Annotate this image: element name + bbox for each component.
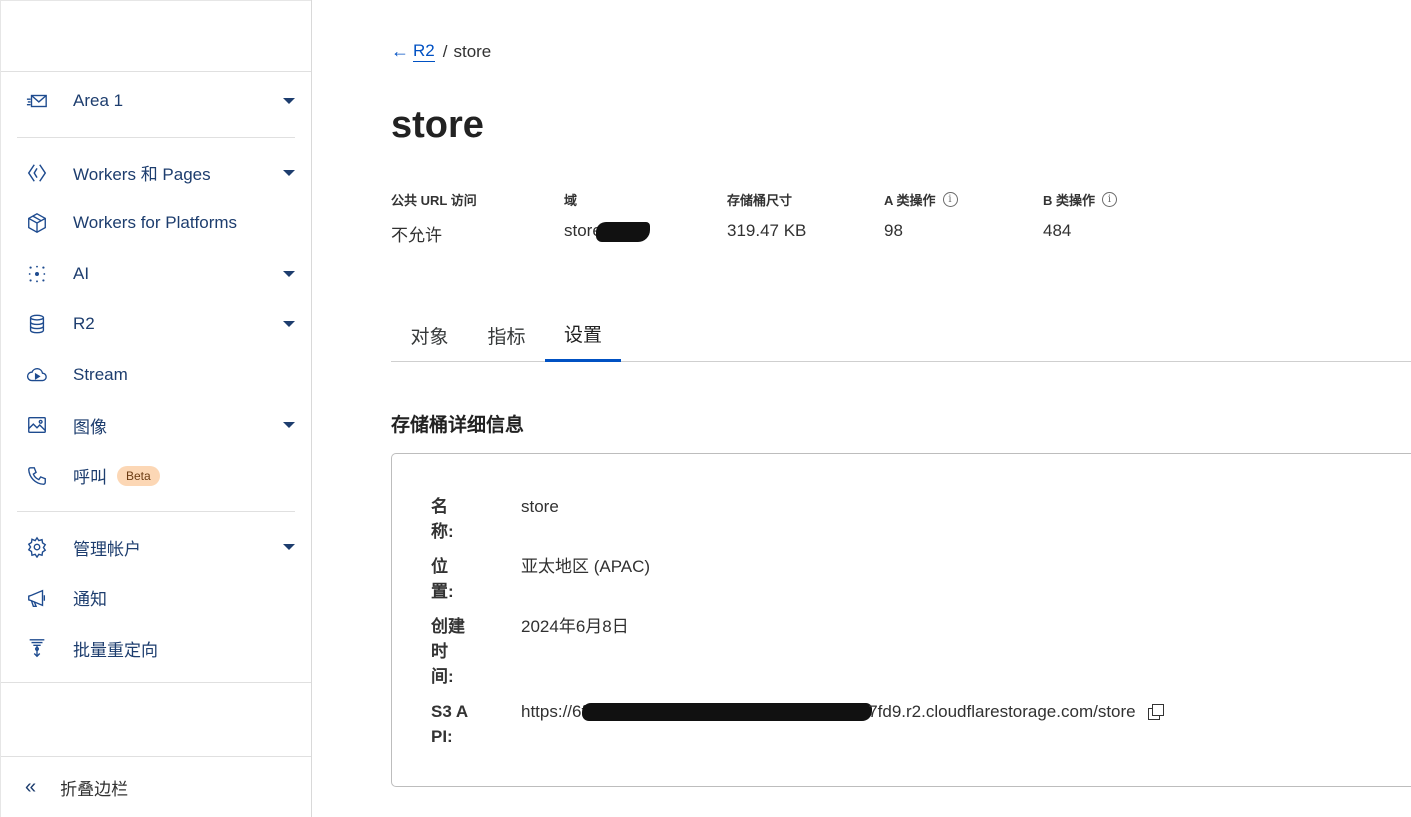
sidebar-item-stream[interactable]: Stream xyxy=(17,350,295,401)
stat-class-b-ops: B 类操作 i 484 xyxy=(1043,190,1118,241)
beta-badge: Beta xyxy=(117,465,160,486)
redirect-icon xyxy=(25,636,49,660)
platforms-box-icon xyxy=(25,211,49,235)
sidebar-item-notifications[interactable]: 通知 xyxy=(17,573,295,624)
stat-value: 不允许 xyxy=(391,226,442,245)
sidebar-item-label: 呼叫 xyxy=(73,468,107,488)
collapse-sidebar-label: 折叠边栏 xyxy=(60,779,129,799)
detail-row-created: 创建时间: 2024年6月8日 xyxy=(431,614,629,689)
tab-objects[interactable]: 对象 xyxy=(391,308,468,362)
sidebar-item-calls[interactable]: 呼叫 Beta xyxy=(17,451,295,502)
detail-label: S3 API: xyxy=(431,702,469,746)
sidebar-item-workers-pages[interactable]: Workers 和 Pages xyxy=(17,148,295,199)
chevron-down-icon[interactable] xyxy=(283,169,295,176)
arrow-left-icon[interactable]: ← xyxy=(391,41,409,62)
image-icon xyxy=(25,413,49,437)
stat-domain: 域 store xyxy=(564,190,650,242)
chevron-down-icon[interactable] xyxy=(283,422,295,429)
sidebar-group-2: Workers 和 Pages Workers for Platforms AI… xyxy=(17,138,295,512)
database-icon xyxy=(25,312,49,336)
detail-value: 亚太地区 (APAC) xyxy=(521,557,651,576)
copy-icon[interactable] xyxy=(1147,703,1164,720)
sidebar-group-3: 管理帐户 通知 批量重定向 xyxy=(17,512,295,674)
section-title: 存储桶详细信息 xyxy=(391,415,525,436)
sidebar-item-images[interactable]: 图像 xyxy=(17,400,295,451)
stat-label: 存储桶尺寸 xyxy=(727,193,793,208)
chevron-down-icon[interactable] xyxy=(283,98,295,105)
chevron-down-icon[interactable] xyxy=(283,544,295,551)
workers-icon xyxy=(25,161,49,185)
sidebar-item-r2[interactable]: R2 xyxy=(17,299,295,350)
sidebar-item-label: AI xyxy=(73,263,90,283)
sidebar-item-label: Stream xyxy=(73,364,128,384)
redaction-mark xyxy=(582,702,873,721)
chevron-down-icon[interactable] xyxy=(283,270,295,277)
sidebar: Area 1 Workers 和 Pages Workers for Platf… xyxy=(0,0,312,817)
sidebar-item-area1[interactable]: Area 1 xyxy=(17,76,295,127)
stat-label: A 类操作 i xyxy=(884,190,958,209)
chevron-down-icon[interactable] xyxy=(283,321,295,328)
stat-label: 域 xyxy=(564,193,578,208)
collapse-sidebar-button[interactable]: « 折叠边栏 xyxy=(1,756,311,817)
info-icon[interactable]: i xyxy=(1102,192,1118,207)
sidebar-item-workers-platforms[interactable]: Workers for Platforms xyxy=(17,198,295,249)
stat-class-a-ops: A 类操作 i 98 xyxy=(884,190,958,241)
stat-label-text: A 类操作 xyxy=(884,193,936,208)
stat-label-text: B 类操作 xyxy=(1043,193,1096,208)
stat-label: 公共 URL 访问 xyxy=(391,193,477,208)
sidebar-group-1: Area 1 xyxy=(17,72,295,137)
gear-icon xyxy=(25,535,49,559)
sidebar-item-label: 通知 xyxy=(73,590,107,610)
sidebar-item-label: 图像 xyxy=(73,417,107,437)
detail-label: 创建时间: xyxy=(431,617,465,686)
stat-public-url: 公共 URL 访问 不允许 xyxy=(391,190,477,246)
stat-bucket-size: 存储桶尺寸 319.47 KB xyxy=(727,190,806,241)
detail-row-s3-api: S3 API: https://6f 7fd9.r2.cloudflarestor… xyxy=(431,699,1164,749)
detail-label: 名称: xyxy=(431,497,454,541)
tab-metrics[interactable]: 指标 xyxy=(468,308,545,362)
stat-value: store xyxy=(564,221,650,242)
stat-value: 484 xyxy=(1043,221,1072,240)
stat-label: B 类操作 i xyxy=(1043,190,1118,209)
tab-bar: 对象 指标 设置 xyxy=(391,308,1411,362)
sidebar-divider xyxy=(1,682,311,683)
main-content: ← R2 / store store 公共 URL 访问 不允许 域 store… xyxy=(391,0,1411,817)
redaction-mark xyxy=(595,221,650,242)
sidebar-item-ai[interactable]: AI xyxy=(17,249,295,300)
stat-value: 319.47 KB xyxy=(727,221,807,240)
stat-value: 98 xyxy=(884,221,903,240)
s3-url-suffix: 7fd9.r2.cloudflarestorage.com/store xyxy=(868,702,1136,721)
sidebar-item-label: Workers for Platforms xyxy=(73,213,238,233)
stream-cloud-icon xyxy=(25,363,49,387)
sidebar-item-label: 批量重定向 xyxy=(73,640,158,660)
s3-url-prefix: https://6f xyxy=(521,702,587,721)
sidebar-item-label: Workers 和 Pages xyxy=(73,165,211,185)
double-chevron-left-icon: « xyxy=(25,775,37,798)
detail-value: https://6f 7fd9.r2.cloudflarestorage.com/… xyxy=(521,699,1164,724)
ai-sparkle-icon xyxy=(25,262,49,286)
email-security-icon xyxy=(25,89,49,113)
page-title: store xyxy=(391,104,484,146)
detail-row-name: 名称: store xyxy=(431,494,559,544)
sidebar-item-label: 管理帐户 xyxy=(73,539,141,559)
sidebar-item-label: Area 1 xyxy=(73,91,124,111)
breadcrumb-separator: / xyxy=(442,41,448,61)
sidebar-item-bulk-redirects[interactable]: 批量重定向 xyxy=(17,623,295,674)
info-icon[interactable]: i xyxy=(942,192,958,207)
megaphone-icon xyxy=(25,586,49,610)
bucket-details-card: 名称: store 位置: 亚太地区 (APAC) 创建时间: 2024年6月8… xyxy=(391,453,1411,787)
detail-value: 2024年6月8日 xyxy=(521,617,629,636)
breadcrumb: ← R2 / store xyxy=(391,41,491,62)
tab-settings[interactable]: 设置 xyxy=(545,308,621,362)
sidebar-header xyxy=(1,0,311,72)
detail-value: store xyxy=(521,497,559,516)
breadcrumb-link-r2[interactable]: R2 xyxy=(413,41,435,62)
phone-icon xyxy=(25,464,49,488)
sidebar-item-label: R2 xyxy=(73,314,95,334)
breadcrumb-current: store xyxy=(453,41,492,61)
detail-row-location: 位置: 亚太地区 (APAC) xyxy=(431,554,650,604)
detail-label: 位置: xyxy=(431,557,454,601)
sidebar-item-manage-account[interactable]: 管理帐户 xyxy=(17,522,295,573)
